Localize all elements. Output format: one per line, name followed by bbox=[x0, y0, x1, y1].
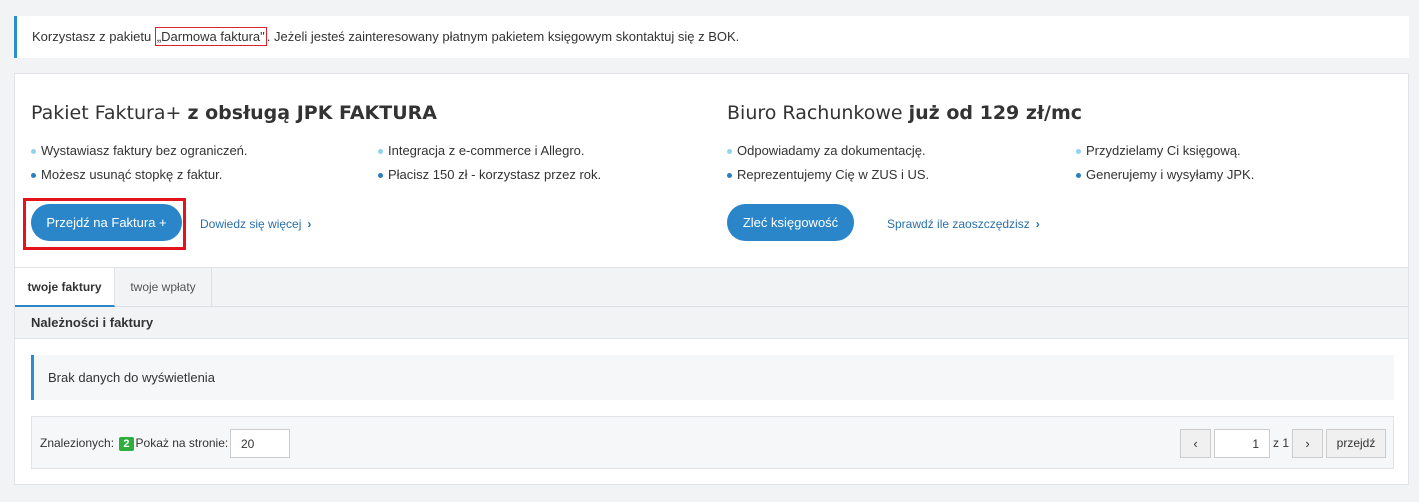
main-card: Pakiet Faktura+ z obsługą JPK FAKTURA Wy… bbox=[14, 73, 1409, 485]
chevron-right-icon: › bbox=[307, 217, 312, 231]
check-savings-label: Sprawdź ile zaoszczędzisz bbox=[887, 217, 1030, 231]
per-page-input[interactable] bbox=[230, 429, 290, 458]
notice-text-before: Korzystasz z pakietu bbox=[32, 29, 155, 44]
pagination-bar: Znalezionych: 2Pokaż na stronie: ‹ z 1 ›… bbox=[31, 416, 1394, 469]
results-count-badge: 2 bbox=[119, 437, 134, 451]
bullet-item: Generujemy i wysyłamy JPK. bbox=[1076, 167, 1254, 182]
tab-payments[interactable]: twoje wpłaty bbox=[115, 268, 212, 307]
bullet-item: Przydzielamy Ci księgową. bbox=[1076, 143, 1241, 158]
per-page-label: Pokaż na stronie: bbox=[135, 436, 229, 450]
bullet-item: Płacisz 150 zł - korzystasz przez rok. bbox=[378, 167, 601, 182]
page-total: z 1 bbox=[1273, 436, 1290, 450]
accounting-title: Biuro Rachunkowe już od 129 zł/mc bbox=[727, 102, 1082, 124]
accounting-title-normal: Biuro Rachunkowe bbox=[727, 102, 909, 124]
bullet-item: Wystawiasz faktury bez ograniczeń. bbox=[31, 143, 248, 158]
found-label: Znalezionych: bbox=[40, 436, 115, 450]
faktura-plus-title-bold: z obsługą JPK FAKTURA bbox=[187, 102, 437, 124]
order-accounting-button[interactable]: Zleć księgowość bbox=[727, 204, 854, 241]
bullet-item: Reprezentujemy Cię w ZUS i US. bbox=[727, 167, 929, 182]
go-faktura-plus-button[interactable]: Przejdź na Faktura + bbox=[31, 204, 182, 241]
tab-bar: twoje faktury twoje wpłaty bbox=[15, 267, 1408, 307]
bullet-item: Odpowiadamy za dokumentację. bbox=[727, 143, 926, 158]
check-savings-link[interactable]: Sprawdź ile zaoszczędzisz › bbox=[887, 217, 1040, 231]
learn-more-link[interactable]: Dowiedz się więcej › bbox=[200, 217, 311, 231]
next-page-button[interactable]: › bbox=[1292, 429, 1323, 458]
bullet-item: Możesz usunąć stopkę z faktur. bbox=[31, 167, 222, 182]
notice-text-after: . Jeżeli jesteś zainteresowany płatnym p… bbox=[266, 29, 740, 44]
package-name: „Darmowa faktura" bbox=[154, 27, 267, 46]
package-notice: Korzystasz z pakietu „Darmowa faktura". … bbox=[14, 16, 1409, 58]
chevron-right-icon: › bbox=[1305, 436, 1310, 451]
tab-invoices[interactable]: twoje faktury bbox=[15, 268, 115, 307]
chevron-right-icon: › bbox=[1035, 217, 1040, 231]
faktura-plus-title-normal: Pakiet Faktura+ bbox=[31, 102, 188, 124]
faktura-plus-title: Pakiet Faktura+ z obsługą JPK FAKTURA bbox=[31, 102, 437, 124]
learn-more-label: Dowiedz się więcej bbox=[200, 217, 302, 231]
page-number-input[interactable] bbox=[1214, 429, 1270, 458]
prev-page-button[interactable]: ‹ bbox=[1180, 429, 1211, 458]
section-title: Należności i faktury bbox=[15, 307, 1408, 339]
go-to-page-button[interactable]: przejdź bbox=[1326, 429, 1386, 458]
accounting-title-bold: już od 129 zł/mc bbox=[908, 102, 1083, 124]
chevron-left-icon: ‹ bbox=[1193, 436, 1198, 451]
bullet-item: Integracja z e-commerce i Allegro. bbox=[378, 143, 585, 158]
results-summary: Znalezionych: 2 Pokaż na stronie: bbox=[40, 436, 228, 451]
empty-state-message: Brak danych do wyświetlenia bbox=[31, 355, 1394, 400]
